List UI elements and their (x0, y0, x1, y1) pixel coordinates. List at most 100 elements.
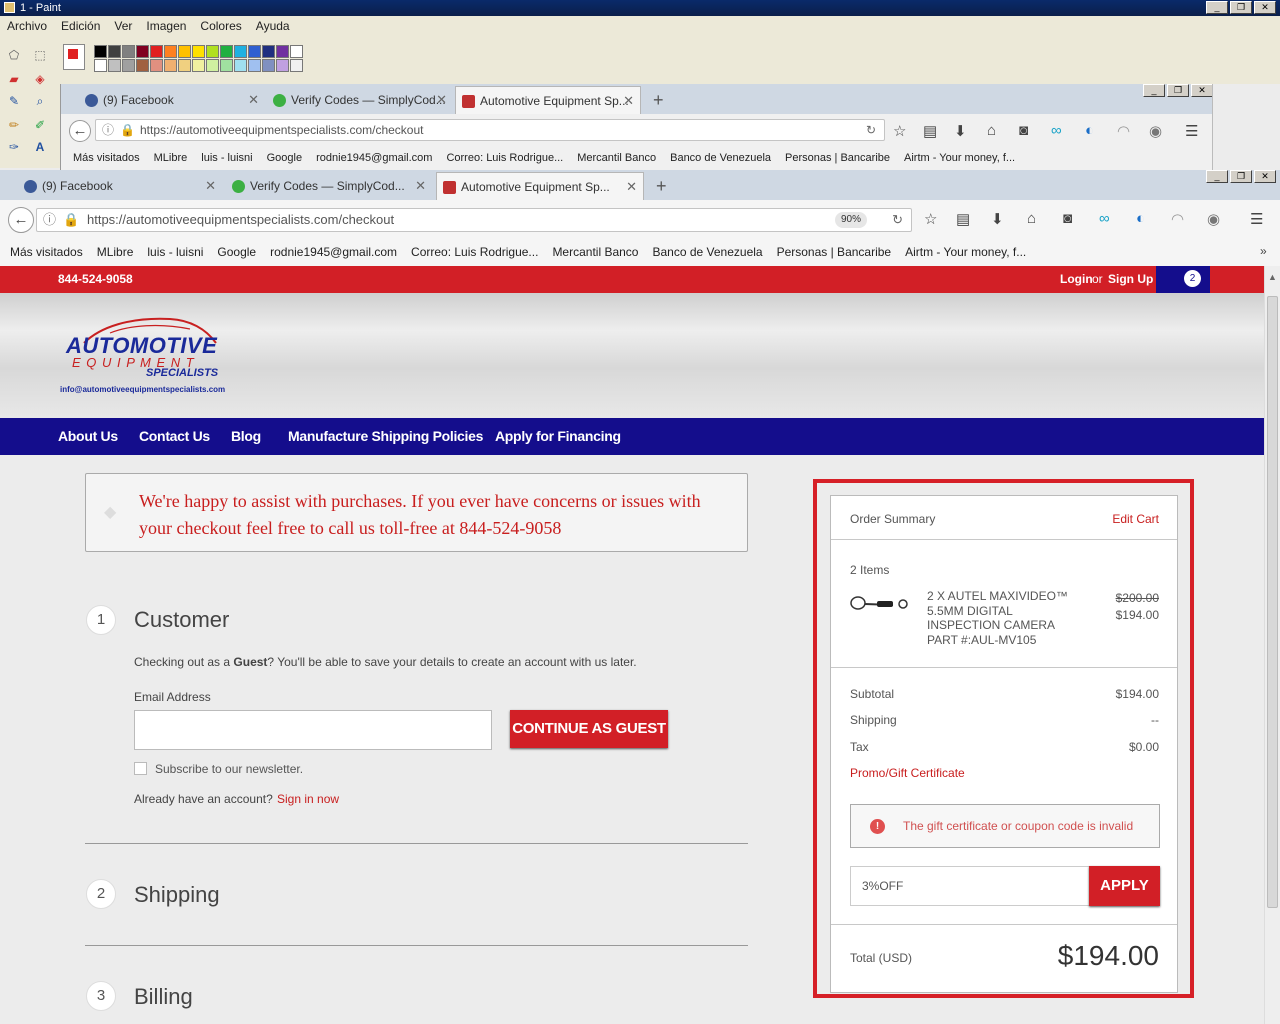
pocket-icon[interactable]: ◙ (1063, 210, 1072, 227)
bookmark-item[interactable]: Más visitados (10, 245, 83, 259)
color-swatch[interactable] (150, 59, 163, 72)
home-icon[interactable]: ⌂ (1027, 210, 1036, 227)
url-bar-back[interactable]: ⓘ 🔒 https://automotiveequipmentspecialis… (95, 119, 885, 141)
color-swatch[interactable] (164, 59, 177, 72)
color-swatch[interactable] (276, 59, 289, 72)
home-icon[interactable]: ⌂ (987, 122, 996, 139)
edit-cart-link[interactable]: Edit Cart (1112, 512, 1159, 526)
color-swatch[interactable] (248, 59, 261, 72)
close-icon[interactable]: ✕ (205, 172, 216, 200)
close-icon[interactable]: ✕ (415, 172, 426, 200)
close-icon[interactable]: ✕ (623, 87, 634, 114)
step-title-billing[interactable]: Billing (134, 984, 193, 1010)
extension-mask-icon[interactable]: ◉ (1207, 210, 1220, 228)
color-swatch[interactable] (108, 59, 121, 72)
extension-mask-icon[interactable]: ◉ (1149, 122, 1162, 140)
paint-menu-imagen[interactable]: Imagen (139, 16, 193, 36)
free-select-icon[interactable]: ⬠ (6, 48, 22, 62)
color-swatch[interactable] (220, 59, 233, 72)
color-swatch[interactable] (108, 45, 121, 58)
page-scrollbar[interactable]: ▲ (1264, 266, 1280, 1024)
url-bar[interactable]: ⓘ 🔒 https://automotiveequipmentspecialis… (36, 208, 912, 232)
maximize-button-back[interactable]: ❐ (1167, 84, 1189, 97)
bookmark-item[interactable]: Airtm - Your money, f... (904, 152, 1015, 164)
color-swatch[interactable] (262, 45, 275, 58)
color-swatch[interactable] (234, 59, 247, 72)
color-swatch[interactable] (94, 45, 107, 58)
bookmark-item[interactable]: Personas | Bancaribe (785, 152, 890, 164)
new-tab-icon[interactable]: + (656, 172, 667, 200)
reading-list-icon[interactable]: ▤ (956, 210, 970, 228)
fill-bucket-icon[interactable]: ◈ (32, 72, 48, 86)
bookmark-item[interactable]: Mercantil Banco (552, 245, 638, 259)
logo-email[interactable]: info@automotiveequipmentspecialists.com (60, 385, 225, 394)
download-icon[interactable]: ⬇ (991, 210, 1004, 228)
site-logo[interactable]: AUTOMOTIVE E Q U I P M E N T SPECIALISTS… (60, 313, 250, 398)
newsletter-checkbox[interactable] (134, 762, 147, 775)
color-swatch[interactable] (122, 45, 135, 58)
extension-icon[interactable]: ∞ (1051, 122, 1062, 139)
tab-automotive-back[interactable]: Automotive Equipment Sp... ✕ (455, 86, 641, 114)
bookmark-item[interactable]: Airtm - Your money, f... (905, 245, 1026, 259)
extension-drop-icon[interactable]: ◐ (1085, 122, 1094, 139)
bookmark-item[interactable]: Más visitados (73, 152, 140, 164)
bookmark-item[interactable]: MLibre (154, 152, 188, 164)
signup-link[interactable]: Sign Up (1108, 266, 1153, 293)
bookmark-item[interactable]: rodnie1945@gmail.com (270, 245, 397, 259)
minimize-button[interactable]: _ (1206, 170, 1228, 183)
color-swatch[interactable] (150, 45, 163, 58)
info-icon[interactable]: ⓘ (102, 120, 114, 140)
rect-select-icon[interactable]: ⬚ (32, 48, 48, 62)
reload-icon[interactable]: ↻ (892, 209, 903, 231)
continue-as-guest-button[interactable]: CONTINUE AS GUEST (510, 710, 668, 748)
nav-shipping-policies[interactable]: Manufacture Shipping Policies (288, 418, 483, 455)
nav-blog[interactable]: Blog (231, 418, 261, 455)
close-button[interactable]: ✕ (1254, 170, 1276, 183)
color-swatch[interactable] (136, 45, 149, 58)
bookmark-item[interactable]: Google (217, 245, 256, 259)
color-swatch[interactable] (178, 59, 191, 72)
step-title-customer[interactable]: Customer (134, 607, 229, 633)
reload-icon[interactable]: ↻ (866, 120, 876, 140)
extension-arc-icon[interactable]: ◠ (1171, 210, 1184, 228)
bookmark-item[interactable]: luis - luisni (147, 245, 203, 259)
paint-close-button[interactable]: ✕ (1254, 1, 1276, 14)
menu-hamburger-icon[interactable]: ☰ (1250, 210, 1263, 228)
color-swatch[interactable] (220, 45, 233, 58)
paint-menu-archivo[interactable]: Archivo (0, 16, 54, 36)
paint-menu-edicion[interactable]: Edición (54, 16, 107, 36)
color-swatch[interactable] (290, 59, 303, 72)
star-bookmark-icon[interactable]: ☆ (924, 210, 937, 228)
airbrush-icon[interactable]: ✑ (6, 140, 22, 154)
bookmark-item[interactable]: Google (267, 152, 302, 164)
color-swatch[interactable] (206, 59, 219, 72)
extension-drop-icon[interactable]: ◐ (1136, 210, 1145, 227)
promo-gift-link[interactable]: Promo/Gift Certificate (850, 766, 965, 780)
back-arrow-icon[interactable]: ← (8, 207, 34, 233)
step-title-shipping[interactable]: Shipping (134, 882, 220, 908)
bookmark-item[interactable]: Correo: Luis Rodrigue... (411, 245, 538, 259)
color-swatch[interactable] (136, 59, 149, 72)
color-picker-icon[interactable]: ✎ (6, 94, 22, 108)
color-swatch[interactable] (262, 59, 275, 72)
product-name[interactable]: 2 X AUTEL MAXIVIDEO™ 5.5MM DIGITAL INSPE… (927, 589, 1077, 647)
info-icon[interactable]: ⓘ (43, 209, 56, 231)
bookmarks-overflow-icon[interactable]: » (1260, 244, 1267, 258)
back-arrow-icon[interactable]: ← (69, 120, 91, 142)
nav-about-us[interactable]: About Us (58, 418, 118, 455)
pocket-icon[interactable]: ◙ (1019, 122, 1028, 139)
tab-facebook[interactable]: (9) Facebook ✕ (18, 172, 222, 200)
paint-menu-colores[interactable]: Colores (193, 16, 248, 36)
phone-number[interactable]: 844-524-9058 (58, 266, 133, 293)
coupon-code-input[interactable] (850, 866, 1090, 906)
color-swatch[interactable] (164, 45, 177, 58)
bookmark-item[interactable]: Banco de Venezuela (652, 245, 762, 259)
color-swatch[interactable] (192, 59, 205, 72)
bookmark-item[interactable]: Mercantil Banco (577, 152, 656, 164)
close-icon[interactable]: ✕ (436, 86, 447, 114)
zoom-indicator[interactable]: 90% (834, 212, 867, 228)
extension-icon[interactable]: ∞ (1099, 210, 1110, 227)
color-swatch[interactable] (276, 45, 289, 58)
pencil-icon[interactable]: ✏ (6, 118, 22, 132)
nav-apply-financing[interactable]: Apply for Financing (495, 418, 621, 455)
